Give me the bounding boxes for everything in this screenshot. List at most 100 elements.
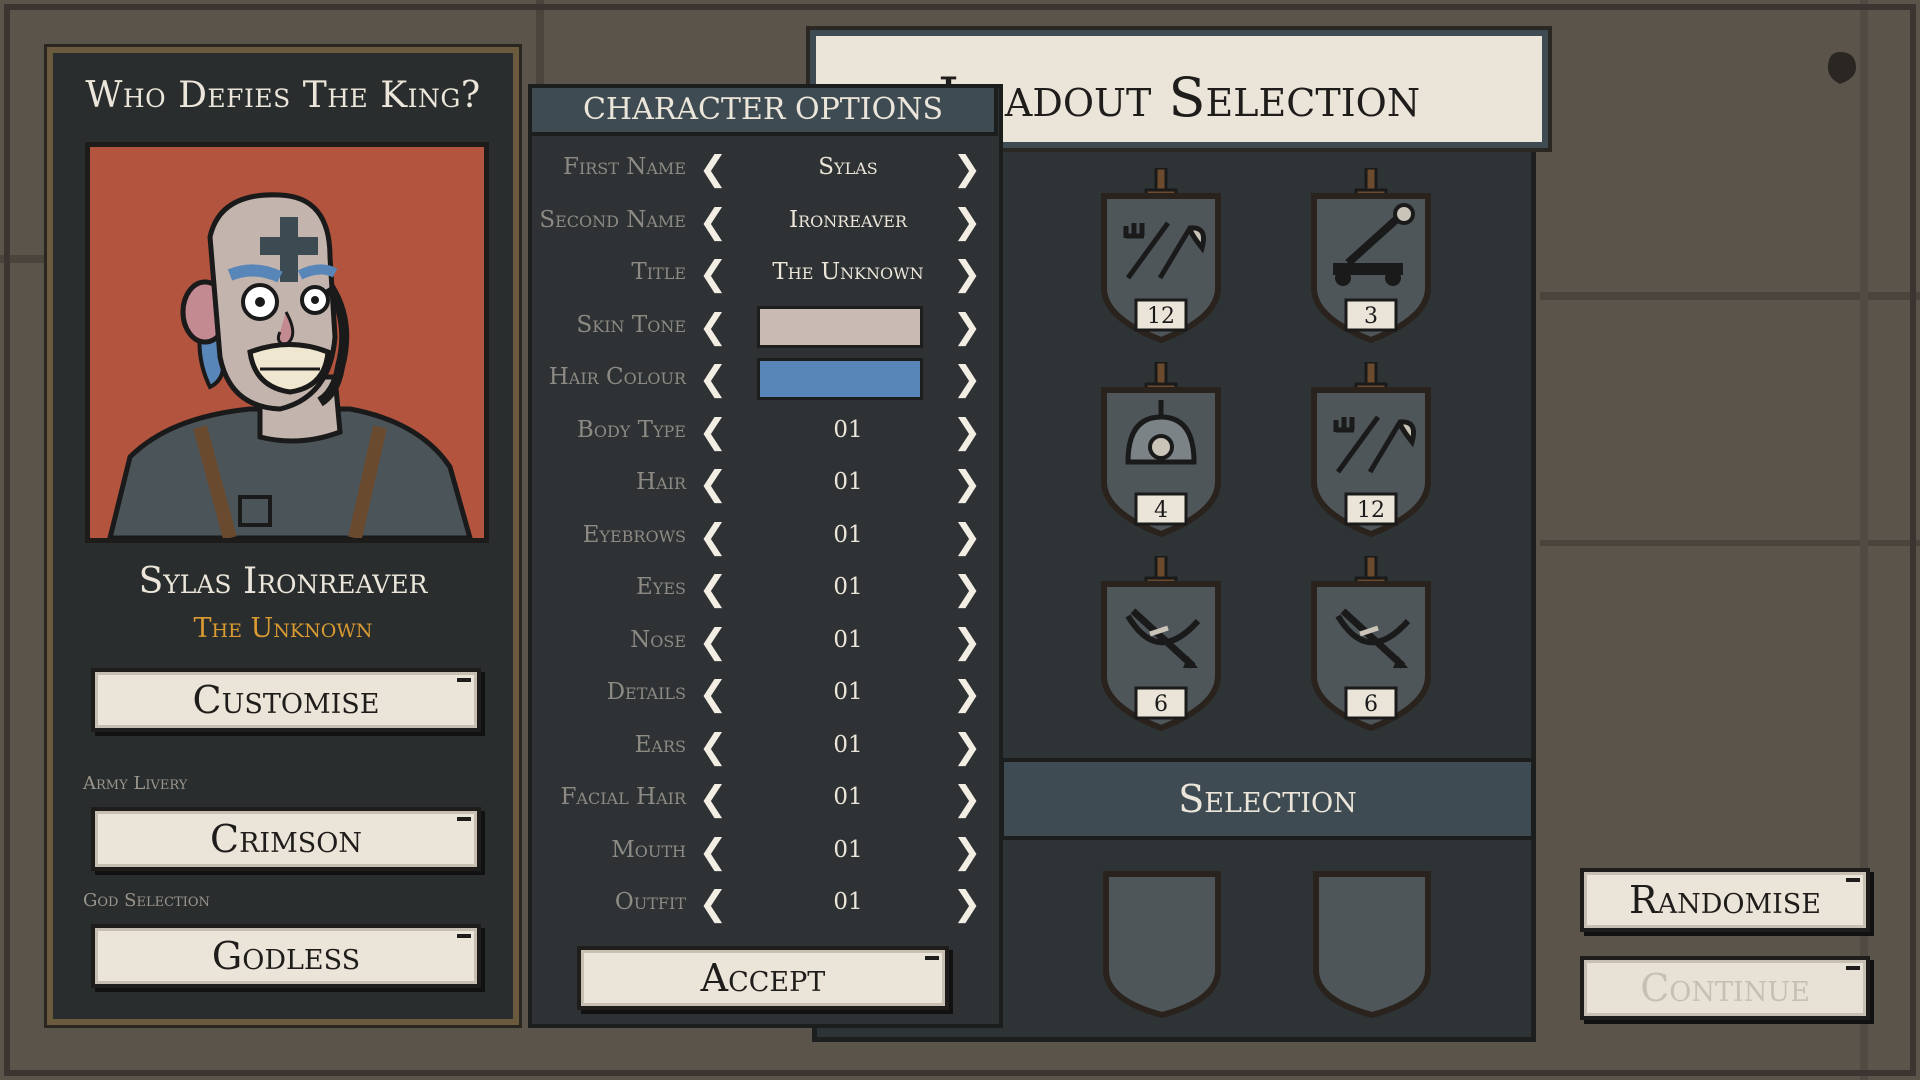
unit-count: 3 <box>1364 304 1378 329</box>
next-arrow-icon[interactable]: ❯ <box>948 833 986 871</box>
next-arrow-icon[interactable]: ❯ <box>948 308 986 346</box>
option-value: 01 <box>833 889 863 915</box>
next-arrow-icon[interactable]: ❯ <box>948 150 986 188</box>
option-row: Skin Tone ❮ ❯ <box>528 305 998 350</box>
previous-arrow-icon[interactable]: ❮ <box>694 203 732 241</box>
option-value: 01 <box>833 836 863 863</box>
unit-slot[interactable]: 6 <box>1308 554 1434 736</box>
option-value: 01 <box>833 416 863 443</box>
previous-arrow-icon[interactable]: ❮ <box>694 308 732 346</box>
next-arrow-icon[interactable]: ❯ <box>948 465 986 503</box>
next-arrow-icon[interactable]: ❯ <box>948 360 986 398</box>
unit-count: 12 <box>1147 304 1175 329</box>
option-value: The Unknown <box>772 259 924 285</box>
option-value: 01 <box>833 784 863 810</box>
randomise-button[interactable]: Randomise <box>1580 868 1870 932</box>
selection-slot-2[interactable] <box>1310 870 1434 1018</box>
army-livery-button[interactable]: Crimson <box>91 807 481 871</box>
catapult-icon: 3 <box>1311 166 1431 344</box>
character-portrait <box>85 142 489 543</box>
option-label: Hair <box>636 469 686 495</box>
option-label: Title <box>631 259 686 285</box>
next-arrow-icon[interactable]: ❯ <box>948 203 986 241</box>
option-label: Body Type <box>576 416 686 443</box>
next-arrow-icon[interactable]: ❯ <box>948 518 986 556</box>
unit-slot[interactable]: 6 <box>1098 554 1224 736</box>
continue-button[interactable]: Continue <box>1580 956 1870 1020</box>
option-row: Hair Colour ❮ ❯ <box>528 358 998 402</box>
option-row: Eyes ❮ 01 ❯ <box>528 568 998 612</box>
next-arrow-icon[interactable]: ❯ <box>948 255 986 293</box>
next-arrow-icon[interactable]: ❯ <box>948 570 986 608</box>
character-options-header: CHARACTER OPTIONS <box>528 84 998 136</box>
army-livery-label: Army Livery <box>83 773 188 794</box>
god-selection-label: God Selection <box>83 890 210 911</box>
unit-slot[interactable]: 4 <box>1098 360 1224 542</box>
option-row: Body Type ❮ 01 ❯ <box>528 411 998 455</box>
option-row: Outfit ❮ 01 ❯ <box>528 883 998 927</box>
crossbow-icon: 6 <box>1311 554 1431 732</box>
previous-arrow-icon[interactable]: ❮ <box>694 570 732 608</box>
color-swatch <box>757 305 923 348</box>
unit-slot[interactable]: 12 <box>1098 166 1224 348</box>
continue-button-label: Continue <box>1640 966 1810 1010</box>
unit-count: 12 <box>1357 498 1385 523</box>
pitchfork-scythe-icon: 12 <box>1311 360 1431 538</box>
previous-arrow-icon[interactable]: ❮ <box>694 780 732 818</box>
option-label: Second Name <box>539 206 686 233</box>
previous-arrow-icon[interactable]: ❮ <box>694 465 732 503</box>
option-value: Sylas <box>818 154 878 180</box>
option-row: Title ❮ The Unknown ❯ <box>528 253 998 297</box>
next-arrow-icon[interactable]: ❯ <box>948 885 986 923</box>
option-label: First Name <box>562 154 686 180</box>
previous-arrow-icon[interactable]: ❮ <box>694 518 732 556</box>
option-label: Mouth <box>611 836 686 863</box>
selection-slot-1[interactable] <box>1100 870 1224 1018</box>
randomise-button-label: Randomise <box>1628 878 1822 922</box>
option-row: Mouth ❮ 01 ❯ <box>528 831 998 875</box>
character-name: Sylas Ironreaver <box>138 561 428 602</box>
customise-button[interactable]: Customise <box>91 668 481 732</box>
previous-arrow-icon[interactable]: ❮ <box>694 623 732 661</box>
option-row: Facial Hair ❮ 01 ❯ <box>528 778 998 822</box>
option-value: 01 <box>833 521 863 548</box>
crossbow-icon: 6 <box>1101 554 1221 732</box>
next-arrow-icon[interactable]: ❯ <box>948 413 986 451</box>
previous-arrow-icon[interactable]: ❮ <box>694 413 732 451</box>
option-label: Nose <box>630 626 686 653</box>
option-value: 01 <box>833 574 863 600</box>
panel-title: Who Defies The King? <box>85 75 481 116</box>
previous-arrow-icon[interactable]: ❮ <box>694 150 732 188</box>
previous-arrow-icon[interactable]: ❮ <box>694 360 732 398</box>
previous-arrow-icon[interactable]: ❮ <box>694 255 732 293</box>
spiked-helmet-icon: 4 <box>1101 360 1221 538</box>
previous-arrow-icon[interactable]: ❮ <box>694 675 732 713</box>
unit-count: 4 <box>1154 498 1168 523</box>
previous-arrow-icon[interactable]: ❮ <box>694 728 732 766</box>
accept-button[interactable]: Accept <box>577 946 949 1010</box>
previous-arrow-icon[interactable]: ❮ <box>694 833 732 871</box>
god-selection-button[interactable]: Godless <box>91 924 481 988</box>
option-value: Ironreaver <box>788 206 907 233</box>
accept-button-label: Accept <box>700 956 826 1000</box>
selection-header: Selection <box>1000 758 1535 840</box>
unit-slot[interactable]: 12 <box>1308 360 1434 542</box>
option-row: Second Name ❮ Ironreaver ❯ <box>528 201 998 245</box>
option-value: 01 <box>833 679 863 705</box>
next-arrow-icon[interactable]: ❯ <box>948 780 986 818</box>
unit-slot[interactable]: 3 <box>1308 166 1434 348</box>
option-row: Hair ❮ 01 ❯ <box>528 463 998 507</box>
option-value: 01 <box>833 469 863 495</box>
customise-button-label: Customise <box>192 678 380 722</box>
option-label: Facial Hair <box>560 784 686 810</box>
option-value: 01 <box>833 731 863 758</box>
next-arrow-icon[interactable]: ❯ <box>948 675 986 713</box>
character-title: The Unknown <box>193 613 373 644</box>
next-arrow-icon[interactable]: ❯ <box>948 623 986 661</box>
previous-arrow-icon[interactable]: ❮ <box>694 885 732 923</box>
option-row: Nose ❮ 01 ❯ <box>528 621 998 665</box>
option-label: Details <box>606 679 686 705</box>
color-swatch <box>757 358 923 400</box>
next-arrow-icon[interactable]: ❯ <box>948 728 986 766</box>
god-selection-value: Godless <box>211 934 361 978</box>
